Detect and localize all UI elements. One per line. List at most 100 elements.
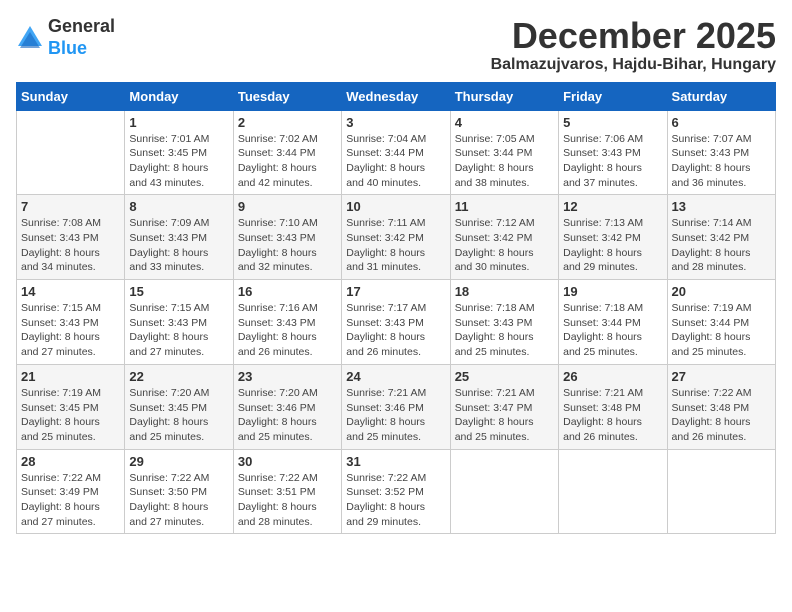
calendar-cell: 4Sunrise: 7:05 AM Sunset: 3:44 PM Daylig… (450, 110, 558, 195)
calendar-week-row: 21 Sunrise: 7:19 AM Sunset: 3:45 PM Dayli… (17, 364, 776, 449)
day-number: 31 (346, 454, 445, 469)
day-info: Sunrise: 7:12 AM Sunset: 3:42 PM Dayligh… (455, 216, 554, 275)
day-info: Sunrise: 7:02 AM Sunset: 3:44 PM Dayligh… (238, 132, 337, 191)
calendar-cell: 1Sunrise: 7:01 AM Sunset: 3:45 PM Daylig… (125, 110, 233, 195)
day-number: 29 (129, 454, 228, 469)
calendar-cell: 30 Sunrise: 7:22 AM Sunset: 3:51 PM Dayli… (233, 449, 341, 534)
calendar-cell: 13Sunrise: 7:14 AM Sunset: 3:42 PM Dayli… (667, 195, 775, 280)
calendar-cell (450, 449, 558, 534)
day-info: Sunrise: 7:20 AM Sunset: 3:46 PM Dayligh… (238, 386, 337, 445)
calendar-cell: 5 Sunrise: 7:06 AM Sunset: 3:43 PM Daylig… (559, 110, 667, 195)
calendar-cell (667, 449, 775, 534)
calendar-cell: 10 Sunrise: 7:11 AM Sunset: 3:42 PM Dayli… (342, 195, 450, 280)
day-number: 30 (238, 454, 337, 469)
weekday-header: Monday (125, 82, 233, 110)
calendar-cell: 3Sunrise: 7:04 AM Sunset: 3:44 PM Daylig… (342, 110, 450, 195)
calendar-cell: 17 Sunrise: 7:17 AM Sunset: 3:43 PM Dayli… (342, 280, 450, 365)
day-number: 16 (238, 284, 337, 299)
day-info: Sunrise: 7:06 AM Sunset: 3:43 PM Dayligh… (563, 132, 662, 191)
day-number: 26 (563, 369, 662, 384)
day-info: Sunrise: 7:09 AM Sunset: 3:43 PM Dayligh… (129, 216, 228, 275)
calendar-cell: 14 Sunrise: 7:15 AM Sunset: 3:43 PM Dayli… (17, 280, 125, 365)
calendar-cell: 9 Sunrise: 7:10 AM Sunset: 3:43 PM Daylig… (233, 195, 341, 280)
calendar-cell: 7 Sunrise: 7:08 AM Sunset: 3:43 PM Daylig… (17, 195, 125, 280)
calendar-cell: 28 Sunrise: 7:22 AM Sunset: 3:49 PM Dayli… (17, 449, 125, 534)
day-number: 2 (238, 115, 337, 130)
calendar-cell: 22 Sunrise: 7:20 AM Sunset: 3:45 PM Dayli… (125, 364, 233, 449)
calendar-cell: 16Sunrise: 7:16 AM Sunset: 3:43 PM Dayli… (233, 280, 341, 365)
day-number: 21 (21, 369, 120, 384)
calendar-cell: 8 Sunrise: 7:09 AM Sunset: 3:43 PM Daylig… (125, 195, 233, 280)
day-info: Sunrise: 7:10 AM Sunset: 3:43 PM Dayligh… (238, 216, 337, 275)
day-info: Sunrise: 7:22 AM Sunset: 3:52 PM Dayligh… (346, 471, 445, 530)
day-info: Sunrise: 7:21 AM Sunset: 3:47 PM Dayligh… (455, 386, 554, 445)
day-number: 8 (129, 199, 228, 214)
day-number: 14 (21, 284, 120, 299)
calendar-cell: 26Sunrise: 7:21 AM Sunset: 3:48 PM Dayli… (559, 364, 667, 449)
calendar-cell: 21 Sunrise: 7:19 AM Sunset: 3:45 PM Dayli… (17, 364, 125, 449)
day-number: 17 (346, 284, 445, 299)
logo-icon (16, 24, 44, 52)
day-info: Sunrise: 7:18 AM Sunset: 3:44 PM Dayligh… (563, 301, 662, 360)
day-info: Sunrise: 7:13 AM Sunset: 3:42 PM Dayligh… (563, 216, 662, 275)
day-info: Sunrise: 7:11 AM Sunset: 3:42 PM Dayligh… (346, 216, 445, 275)
calendar-cell: 2 Sunrise: 7:02 AM Sunset: 3:44 PM Daylig… (233, 110, 341, 195)
logo-blue-text: Blue (48, 38, 87, 58)
calendar-cell: 23 Sunrise: 7:20 AM Sunset: 3:46 PM Dayli… (233, 364, 341, 449)
day-number: 10 (346, 199, 445, 214)
day-number: 11 (455, 199, 554, 214)
day-number: 25 (455, 369, 554, 384)
day-number: 28 (21, 454, 120, 469)
day-info: Sunrise: 7:22 AM Sunset: 3:48 PM Dayligh… (672, 386, 771, 445)
day-info: Sunrise: 7:21 AM Sunset: 3:46 PM Dayligh… (346, 386, 445, 445)
day-number: 1 (129, 115, 228, 130)
day-info: Sunrise: 7:22 AM Sunset: 3:51 PM Dayligh… (238, 471, 337, 530)
day-number: 15 (129, 284, 228, 299)
weekday-header: Tuesday (233, 82, 341, 110)
day-number: 5 (563, 115, 662, 130)
day-info: Sunrise: 7:14 AM Sunset: 3:42 PM Dayligh… (672, 216, 771, 275)
day-number: 4 (455, 115, 554, 130)
calendar-table: SundayMondayTuesdayWednesdayThursdayFrid… (16, 82, 776, 535)
day-info: Sunrise: 7:22 AM Sunset: 3:50 PM Dayligh… (129, 471, 228, 530)
day-info: Sunrise: 7:17 AM Sunset: 3:43 PM Dayligh… (346, 301, 445, 360)
day-info: Sunrise: 7:08 AM Sunset: 3:43 PM Dayligh… (21, 216, 120, 275)
header: General Blue December 2025 Balmazujvaros… (16, 16, 776, 74)
day-info: Sunrise: 7:20 AM Sunset: 3:45 PM Dayligh… (129, 386, 228, 445)
calendar-week-row: 28 Sunrise: 7:22 AM Sunset: 3:49 PM Dayli… (17, 449, 776, 534)
calendar-cell: 20Sunrise: 7:19 AM Sunset: 3:44 PM Dayli… (667, 280, 775, 365)
weekday-header: Sunday (17, 82, 125, 110)
calendar-cell: 25 Sunrise: 7:21 AM Sunset: 3:47 PM Dayli… (450, 364, 558, 449)
weekday-header: Wednesday (342, 82, 450, 110)
day-info: Sunrise: 7:22 AM Sunset: 3:49 PM Dayligh… (21, 471, 120, 530)
calendar-cell (17, 110, 125, 195)
day-info: Sunrise: 7:19 AM Sunset: 3:45 PM Dayligh… (21, 386, 120, 445)
day-number: 19 (563, 284, 662, 299)
calendar-cell: 24Sunrise: 7:21 AM Sunset: 3:46 PM Dayli… (342, 364, 450, 449)
calendar-cell: 29 Sunrise: 7:22 AM Sunset: 3:50 PM Dayli… (125, 449, 233, 534)
day-info: Sunrise: 7:15 AM Sunset: 3:43 PM Dayligh… (129, 301, 228, 360)
day-number: 22 (129, 369, 228, 384)
calendar-cell: 6Sunrise: 7:07 AM Sunset: 3:43 PM Daylig… (667, 110, 775, 195)
location-subtitle: Balmazujvaros, Hajdu-Bihar, Hungary (491, 56, 776, 74)
day-number: 20 (672, 284, 771, 299)
calendar-week-row: 7 Sunrise: 7:08 AM Sunset: 3:43 PM Daylig… (17, 195, 776, 280)
calendar-week-row: 1Sunrise: 7:01 AM Sunset: 3:45 PM Daylig… (17, 110, 776, 195)
day-number: 6 (672, 115, 771, 130)
calendar-cell: 15 Sunrise: 7:15 AM Sunset: 3:43 PM Dayli… (125, 280, 233, 365)
weekday-header: Friday (559, 82, 667, 110)
calendar-cell: 19 Sunrise: 7:18 AM Sunset: 3:44 PM Dayli… (559, 280, 667, 365)
day-number: 12 (563, 199, 662, 214)
logo-general-text: General (48, 16, 115, 36)
day-number: 3 (346, 115, 445, 130)
title-area: December 2025 Balmazujvaros, Hajdu-Bihar… (491, 16, 776, 74)
logo: General Blue (16, 16, 115, 59)
day-info: Sunrise: 7:18 AM Sunset: 3:43 PM Dayligh… (455, 301, 554, 360)
day-number: 7 (21, 199, 120, 214)
calendar-cell: 18 Sunrise: 7:18 AM Sunset: 3:43 PM Dayli… (450, 280, 558, 365)
day-number: 23 (238, 369, 337, 384)
day-number: 9 (238, 199, 337, 214)
calendar-cell (559, 449, 667, 534)
day-info: Sunrise: 7:15 AM Sunset: 3:43 PM Dayligh… (21, 301, 120, 360)
day-number: 18 (455, 284, 554, 299)
